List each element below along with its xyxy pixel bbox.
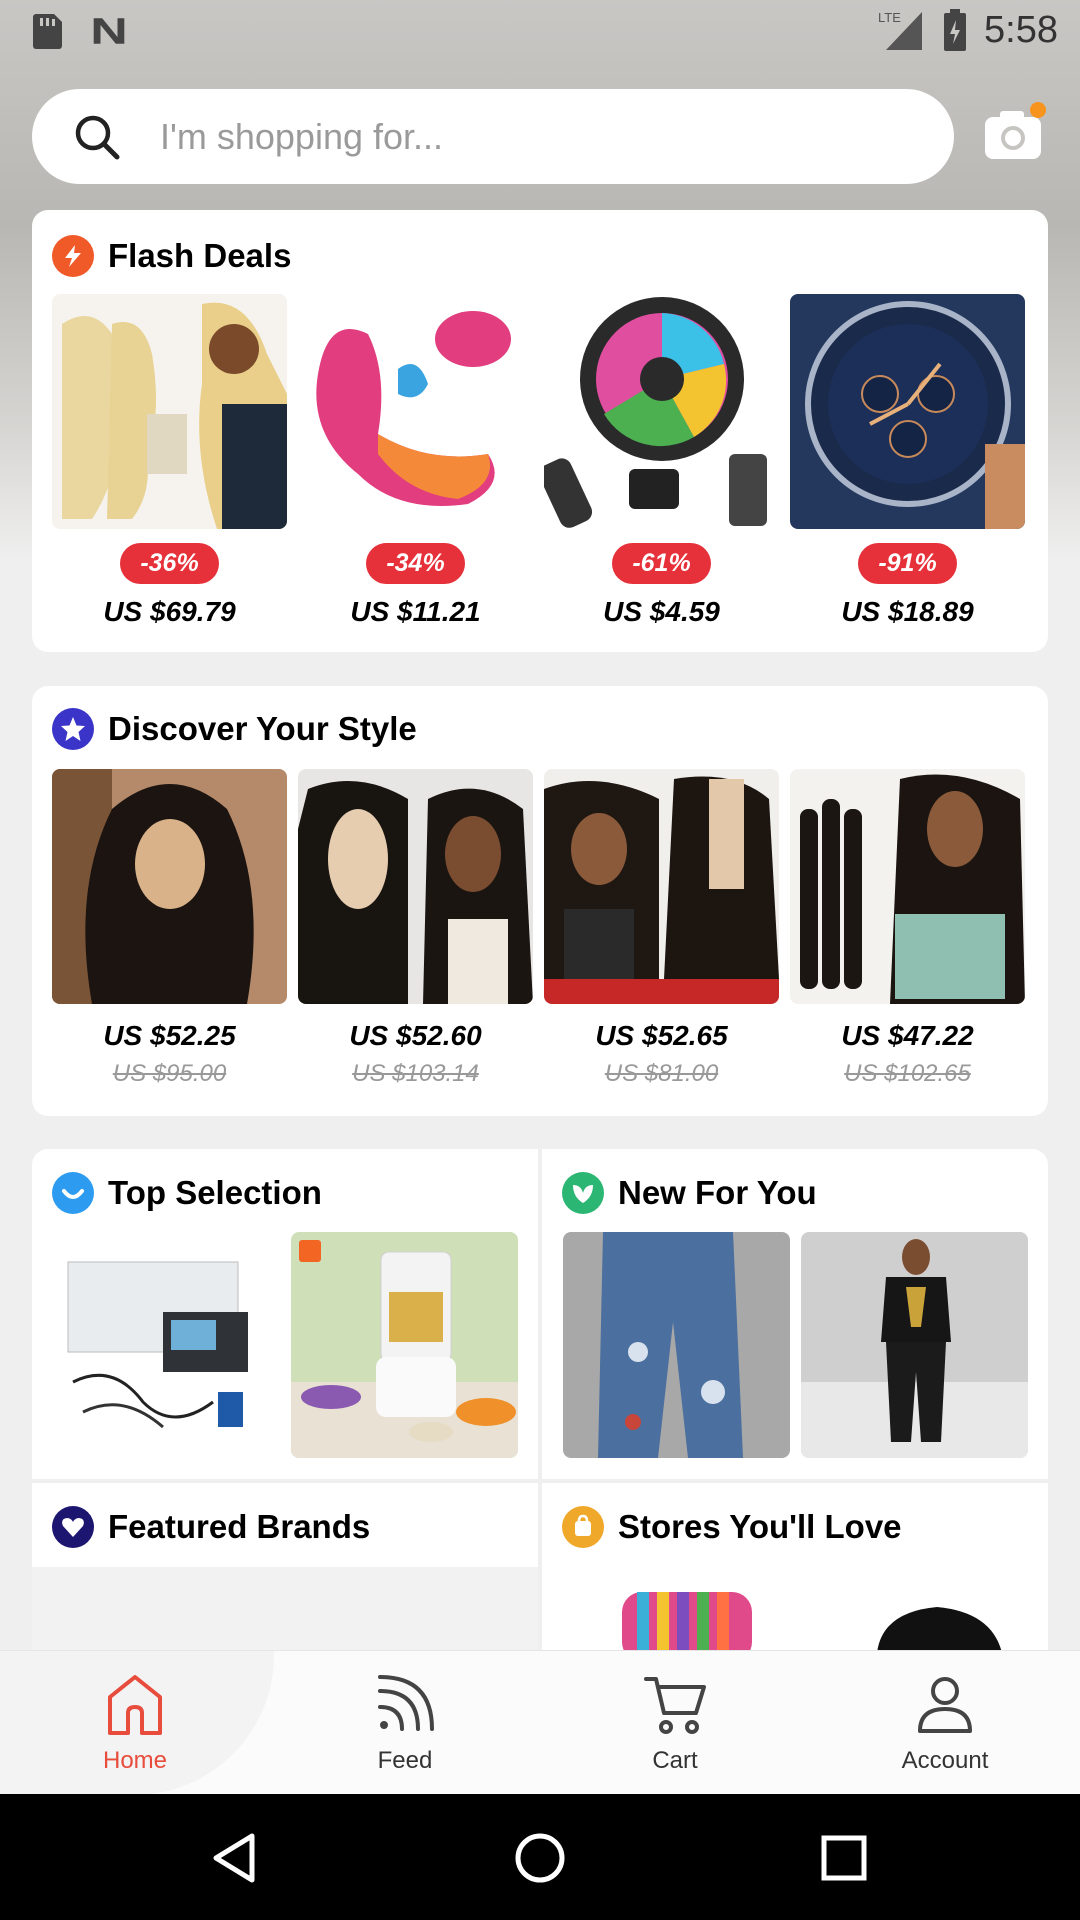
nav-account[interactable]: Account xyxy=(810,1651,1080,1794)
search-bar[interactable] xyxy=(32,89,954,184)
discount-badge: -91% xyxy=(858,543,957,584)
back-icon[interactable] xyxy=(206,1828,266,1888)
new-for-you-title: New For You xyxy=(618,1174,817,1211)
home-icon xyxy=(108,1675,162,1735)
lte-signal-icon: LTE xyxy=(878,10,923,50)
new-for-you-header: New For You xyxy=(562,1172,817,1214)
lightning-icon xyxy=(52,235,94,277)
stores-preview-image xyxy=(622,1592,1002,1653)
clock: 5:58 xyxy=(984,8,1058,51)
search-icon xyxy=(75,115,120,159)
watch-image xyxy=(790,294,1025,529)
home-circle-icon[interactable] xyxy=(510,1828,570,1888)
new-for-you-card[interactable]: New For You xyxy=(542,1149,1048,1479)
flash-deals-list: -36% US $69.79 -34% US $11.21 -61% US $4… xyxy=(52,294,1025,628)
hair-bundle-image xyxy=(52,294,287,529)
featured-brands-title: Featured Brands xyxy=(108,1508,371,1545)
style-old-price: US $103.14 xyxy=(352,1060,479,1087)
style-old-price: US $81.00 xyxy=(604,1060,719,1087)
shop-bag-icon xyxy=(562,1506,604,1548)
top-selection-card[interactable]: Top Selection xyxy=(32,1149,538,1479)
featured-brands-header: Featured Brands xyxy=(52,1506,370,1548)
discover-item[interactable]: US $52.25 US $95.00 xyxy=(52,769,287,1088)
nav-home-label: Home xyxy=(102,1747,168,1774)
svg-text:LTE: LTE xyxy=(878,10,901,25)
discover-item[interactable]: US $47.22 US $102.65 xyxy=(790,769,1025,1088)
nav-feed[interactable]: Feed xyxy=(270,1651,540,1794)
status-bar: LTE 5:58 xyxy=(0,0,1080,64)
nav-cart[interactable]: Cart xyxy=(540,1651,810,1794)
style-old-price: US $102.65 xyxy=(844,1060,971,1087)
jeans-image xyxy=(563,1232,790,1458)
discount-badge: -34% xyxy=(366,543,465,584)
top-selection-images xyxy=(53,1232,518,1458)
straight-wig-image xyxy=(298,769,533,1004)
new-for-you-images xyxy=(563,1232,1028,1458)
smile-icon xyxy=(52,1172,94,1214)
sd-card-icon xyxy=(33,14,62,49)
style-price: US $52.65 xyxy=(595,1020,728,1051)
featured-brands-card[interactable]: Featured Brands xyxy=(32,1483,538,1657)
top-selection-title: Top Selection xyxy=(108,1174,322,1211)
outfit-image xyxy=(801,1232,1028,1458)
feed-icon xyxy=(378,1675,434,1731)
discover-title: Discover Your Style xyxy=(108,710,417,747)
bottom-navigation: Home Feed Cart Account xyxy=(0,1650,1080,1795)
deal-price: US $69.79 xyxy=(103,596,236,627)
stores-title: Stores You'll Love xyxy=(618,1508,902,1545)
cart-icon xyxy=(644,1677,706,1734)
leaf-icon xyxy=(562,1172,604,1214)
star-icon xyxy=(52,708,94,750)
search-input[interactable] xyxy=(160,115,860,158)
discover-item[interactable]: US $52.60 US $103.14 xyxy=(298,769,533,1088)
battery-icon xyxy=(944,9,967,51)
discover-list: US $52.25 US $95.00 US $52.60 US $103.14 xyxy=(52,769,1025,1088)
nav-cart-label: Cart xyxy=(652,1747,698,1774)
system-navigation-bar xyxy=(0,1794,1080,1920)
flash-deals-title: Flash Deals xyxy=(108,237,292,274)
flash-deals-header: Flash Deals xyxy=(52,235,291,277)
style-old-price: US $95.00 xyxy=(112,1060,227,1087)
style-price: US $47.22 xyxy=(841,1020,974,1051)
stores-card[interactable]: Stores You'll Love xyxy=(542,1483,1048,1653)
flash-deal-item[interactable]: -91% US $18.89 xyxy=(790,294,1025,628)
search-row xyxy=(32,89,1048,184)
blender-image xyxy=(291,1232,518,1458)
deal-price: US $18.89 xyxy=(841,596,974,627)
style-price: US $52.60 xyxy=(349,1020,482,1051)
flash-deal-item[interactable]: -34% US $11.21 xyxy=(298,294,533,628)
discover-header: Discover Your Style xyxy=(52,708,417,750)
bundle-wig-image xyxy=(790,769,1025,1004)
deep-wave-wig-image xyxy=(544,769,779,1004)
pink-product-image xyxy=(298,294,533,529)
curly-wig-image xyxy=(52,769,287,1004)
discount-badge: -36% xyxy=(120,543,219,584)
oscilloscope-image xyxy=(53,1232,280,1458)
flash-deal-item[interactable]: -61% US $4.59 xyxy=(544,294,779,628)
top-selection-header: Top Selection xyxy=(52,1172,322,1214)
recents-icon[interactable] xyxy=(814,1828,874,1888)
camera-icon[interactable] xyxy=(982,101,1048,167)
heart-icon xyxy=(52,1506,94,1548)
discover-item[interactable]: US $52.65 US $81.00 xyxy=(544,769,779,1088)
deal-price: US $11.21 xyxy=(350,596,481,627)
nav-account-label: Account xyxy=(901,1747,989,1774)
flash-deals-card[interactable]: Flash Deals -36% US $69.79 -34% US $11.2… xyxy=(32,210,1048,652)
stores-header: Stores You'll Love xyxy=(562,1506,902,1548)
nav-home[interactable]: Home xyxy=(0,1651,274,1795)
n-logo-icon xyxy=(93,18,125,44)
style-price: US $52.25 xyxy=(103,1020,236,1051)
account-icon xyxy=(918,1677,972,1733)
featured-brands-placeholder xyxy=(32,1567,538,1657)
nav-feed-label: Feed xyxy=(377,1747,433,1774)
discover-style-card[interactable]: Discover Your Style US $52.25 US $95.00 … xyxy=(32,686,1048,1116)
deal-price: US $4.59 xyxy=(603,596,720,627)
flash-deal-item[interactable]: -36% US $69.79 xyxy=(52,294,287,628)
led-strip-image xyxy=(544,294,779,529)
discount-badge: -61% xyxy=(612,543,711,584)
